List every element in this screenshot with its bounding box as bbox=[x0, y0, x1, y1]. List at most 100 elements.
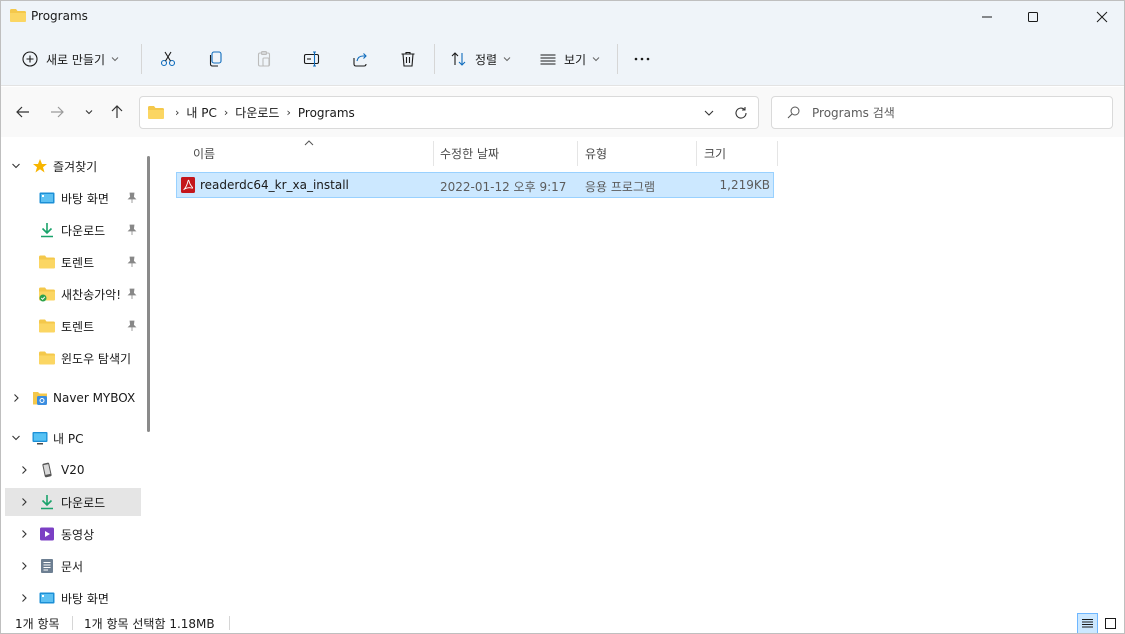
paste-button[interactable] bbox=[255, 44, 273, 74]
breadcrumb-separator[interactable]: › bbox=[224, 106, 228, 119]
pin-icon[interactable] bbox=[127, 320, 137, 332]
folder-synced-icon bbox=[39, 287, 55, 302]
arrow-right-icon bbox=[51, 106, 64, 118]
sidebar-item-windows-explorer[interactable]: 윈도우 탐색기 bbox=[5, 344, 141, 372]
desktop-icon bbox=[39, 192, 55, 204]
sidebar-item-torrent[interactable]: 토렌트 bbox=[5, 248, 141, 276]
view-button[interactable]: 보기 bbox=[539, 44, 600, 74]
minimize-button[interactable] bbox=[964, 1, 1010, 32]
sidebar-item-hymns[interactable]: 새찬송가악! bbox=[5, 280, 141, 308]
sidebar-scrollbar[interactable] bbox=[147, 156, 150, 432]
paste-icon bbox=[257, 50, 271, 67]
cut-icon bbox=[160, 51, 176, 67]
chevron-right-icon[interactable] bbox=[19, 465, 29, 475]
column-divider[interactable] bbox=[777, 141, 778, 166]
pin-icon[interactable] bbox=[127, 256, 137, 268]
recent-locations-button[interactable] bbox=[80, 103, 98, 121]
breadcrumb: › 내 PC › 다운로드 › Programs bbox=[168, 104, 355, 121]
rename-icon bbox=[303, 51, 320, 67]
arrow-left-icon bbox=[16, 106, 29, 118]
sort-button[interactable]: 정렬 bbox=[450, 44, 511, 74]
column-header-date[interactable]: 수정한 날짜 bbox=[440, 138, 499, 168]
copy-icon bbox=[209, 51, 222, 67]
chevron-right-icon[interactable] bbox=[19, 529, 29, 539]
status-divider bbox=[229, 616, 230, 630]
status-selection: 1개 항목 선택함 1.18MB bbox=[84, 617, 215, 631]
chevron-right-icon[interactable] bbox=[19, 497, 29, 507]
delete-button[interactable] bbox=[399, 44, 417, 74]
large-icons-view-icon bbox=[1105, 618, 1116, 629]
toolbar-divider bbox=[617, 44, 618, 74]
pin-icon[interactable] bbox=[127, 288, 137, 300]
sidebar-item-desktop[interactable]: 바탕 화면 bbox=[5, 184, 141, 212]
sidebar-item-desktop-thispc[interactable]: 바탕 화면 bbox=[5, 584, 141, 612]
sidebar-item-quick-access[interactable]: 즐겨찾기 bbox=[5, 152, 141, 180]
new-button[interactable]: 새로 만들기 bbox=[21, 44, 119, 74]
sidebar-item-label: V20 bbox=[61, 463, 85, 477]
column-divider[interactable] bbox=[577, 141, 578, 166]
search-icon bbox=[787, 106, 800, 119]
large-icons-view-button[interactable] bbox=[1100, 613, 1121, 633]
breadcrumb-programs[interactable]: Programs bbox=[298, 106, 355, 120]
window-title: Programs bbox=[31, 9, 88, 23]
up-button[interactable] bbox=[108, 103, 126, 121]
download-icon bbox=[41, 223, 53, 238]
folder-icon bbox=[39, 255, 55, 269]
column-header-name[interactable]: 이름 bbox=[193, 138, 215, 168]
sidebar-item-downloads-thispc[interactable]: 다운로드 bbox=[5, 488, 141, 516]
details-view-button[interactable] bbox=[1077, 613, 1098, 633]
chevron-right-icon[interactable] bbox=[11, 393, 21, 403]
cut-button[interactable] bbox=[159, 44, 177, 74]
address-actions bbox=[703, 97, 758, 128]
sidebar-item-documents[interactable]: 문서 bbox=[5, 552, 141, 580]
back-button[interactable] bbox=[14, 103, 32, 121]
column-header-size[interactable]: 크기 bbox=[704, 138, 726, 168]
pin-icon[interactable] bbox=[127, 224, 137, 236]
sidebar-item-mybox[interactable]: Naver MYBOX bbox=[5, 384, 141, 412]
breadcrumb-separator[interactable]: › bbox=[175, 106, 179, 119]
share-icon bbox=[353, 53, 367, 67]
forward-button[interactable] bbox=[48, 103, 66, 121]
phone-icon bbox=[42, 462, 52, 478]
breadcrumb-thispc[interactable]: 내 PC bbox=[186, 104, 216, 121]
share-button[interactable] bbox=[351, 44, 369, 74]
sidebar-item-v20[interactable]: V20 bbox=[5, 456, 141, 484]
download-icon bbox=[41, 495, 53, 510]
sidebar-item-videos[interactable]: 동영상 bbox=[5, 520, 141, 548]
column-divider[interactable] bbox=[433, 141, 434, 166]
sidebar-item-label: 바탕 화면 bbox=[61, 591, 109, 606]
chevron-down-icon bbox=[85, 110, 93, 115]
column-divider[interactable] bbox=[696, 141, 697, 166]
close-button[interactable] bbox=[1079, 1, 1124, 32]
copy-button[interactable] bbox=[207, 44, 225, 74]
view-list-icon bbox=[540, 54, 556, 65]
sidebar-item-thispc[interactable]: 내 PC bbox=[5, 424, 141, 452]
sidebar-item-torrent-2[interactable]: 토렌트 bbox=[5, 312, 141, 340]
refresh-icon[interactable] bbox=[734, 106, 748, 120]
sidebar-item-downloads[interactable]: 다운로드 bbox=[5, 216, 141, 244]
file-row[interactable]: readerdc64_kr_xa_install 2022-01-12 오후 9… bbox=[176, 172, 774, 198]
search-input[interactable] bbox=[812, 105, 1092, 120]
chevron-down-icon[interactable] bbox=[11, 433, 21, 443]
sidebar-item-label: 문서 bbox=[61, 559, 84, 574]
sidebar-item-label: 다운로드 bbox=[61, 495, 106, 510]
search-box[interactable] bbox=[771, 96, 1113, 129]
address-bar[interactable]: › 내 PC › 다운로드 › Programs bbox=[139, 96, 759, 129]
chevron-right-icon[interactable] bbox=[19, 561, 29, 571]
command-bar: 새로 만들기 정렬 보기 bbox=[1, 32, 1124, 86]
file-size: 1,219KB bbox=[719, 178, 770, 192]
breadcrumb-downloads[interactable]: 다운로드 bbox=[235, 104, 279, 121]
chevron-down-icon[interactable] bbox=[11, 161, 21, 171]
column-header-type[interactable]: 유형 bbox=[585, 138, 607, 168]
cloud-drive-icon bbox=[33, 392, 47, 405]
more-button[interactable] bbox=[633, 44, 651, 74]
maximize-button[interactable] bbox=[1010, 1, 1056, 32]
sidebar-item-label: 토렌트 bbox=[61, 255, 95, 270]
pin-icon[interactable] bbox=[127, 192, 137, 204]
rename-button[interactable] bbox=[303, 44, 321, 74]
chevron-right-icon[interactable] bbox=[19, 593, 29, 603]
close-icon bbox=[1096, 11, 1108, 22]
sidebar-item-label: 토렌트 bbox=[61, 319, 95, 334]
breadcrumb-separator[interactable]: › bbox=[286, 106, 290, 119]
chevron-down-icon[interactable] bbox=[703, 107, 715, 119]
